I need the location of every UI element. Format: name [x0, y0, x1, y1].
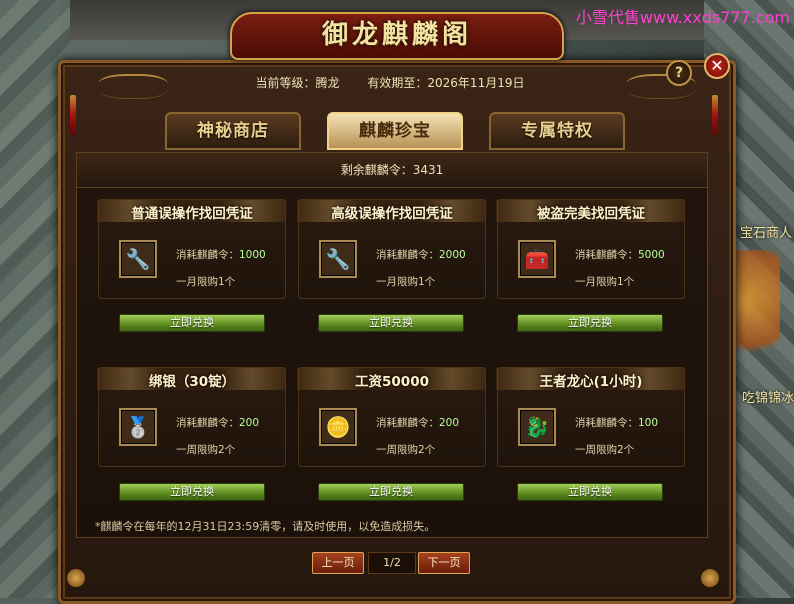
item-title: 普通误操作找回凭证	[131, 206, 253, 222]
treasure-chest-icon[interactable]: 🧰	[518, 240, 556, 278]
item-limit: 一月限购1个	[575, 276, 635, 288]
remaining-tokens-value: 3431	[412, 163, 444, 177]
item-cost: 消耗麒麟令：200	[376, 417, 460, 429]
valid-until: 有效期至：2026年11月19日	[367, 76, 525, 90]
dragon-heart-icon[interactable]: 🐉	[518, 408, 556, 446]
close-button[interactable]: ✕	[704, 53, 730, 79]
item-cost: 消耗麒麟令：200	[176, 417, 260, 429]
gold-ingot-icon[interactable]: 🪙	[319, 408, 357, 446]
treasure-panel: 剩余麒麟令：3431 普通误操作找回凭证 🔧 消耗麒麟令：1000 一月限购1个…	[76, 152, 708, 538]
tab-qilin-treasure[interactable]: 麒麟珍宝	[327, 112, 463, 150]
redeem-button[interactable]: 立即兑换	[517, 314, 663, 332]
item-limit: 一周限购2个	[376, 444, 436, 456]
item-limit: 一月限购1个	[376, 276, 436, 288]
page-indicator: 1/2	[368, 552, 416, 574]
item-limit: 一月限购1个	[176, 276, 236, 288]
item-card: 工资50000 🪙 消耗麒麟令：200 一周限购2个	[297, 367, 486, 467]
item-card: 高级误操作找回凭证 🔧 消耗麒麟令：2000 一月限购1个	[297, 199, 486, 299]
item-card: 王者龙心(1小时) 🐉 消耗麒麟令：100 一周限购2个	[496, 367, 685, 467]
item-title: 高级误操作找回凭证	[331, 206, 453, 222]
redeem-button[interactable]: 立即兑换	[119, 314, 265, 332]
item-limit: 一周限购2个	[575, 444, 635, 456]
next-page-button[interactable]: 下一页	[418, 552, 470, 574]
help-button[interactable]: ?	[666, 60, 692, 86]
prev-page-button[interactable]: 上一页	[312, 552, 364, 574]
item-limit: 一周限购2个	[176, 444, 236, 456]
remaining-tokens: 剩余麒麟令：3431	[77, 153, 707, 188]
corner-ornament-bottom-left	[66, 568, 86, 588]
item-card: 普通误操作找回凭证 🔧 消耗麒麟令：1000 一月限购1个	[97, 199, 286, 299]
item-card: 被盗完美找回凭证 🧰 消耗麒麟令：5000 一月限购1个	[496, 199, 685, 299]
item-cost: 消耗麒麟令：1000	[176, 249, 266, 261]
reset-notice: *麒麟令在每年的12月31日23:59清零，请及时使用，以免造成损失。	[95, 520, 436, 533]
wrench-icon[interactable]: 🔧	[319, 240, 357, 278]
tab-bar: 神秘商店 麒麟珍宝 专属特权	[165, 112, 625, 150]
redeem-button[interactable]: 立即兑换	[119, 483, 265, 501]
item-cost: 消耗麒麟令：2000	[376, 249, 466, 261]
window-title: 御龙麒麟阁	[321, 20, 472, 50]
redeem-button[interactable]: 立即兑换	[517, 483, 663, 501]
item-cost: 消耗麒麟令：100	[575, 417, 659, 429]
item-cost: 消耗麒麟令：5000	[575, 249, 665, 261]
left-tassel	[70, 95, 76, 135]
watermark: 小雪代售www.xxds777.com	[575, 8, 790, 27]
npc-label-partial: 吃锦锦冰	[741, 391, 794, 406]
pagination: 上一页 1/2 下一页	[312, 552, 472, 576]
corner-ornament-bottom-right	[700, 568, 720, 588]
redeem-button[interactable]: 立即兑换	[318, 314, 464, 332]
item-card: 绑银（30锭） 🥈 消耗麒麟令：200 一周限购2个	[97, 367, 286, 467]
wrench-icon[interactable]: 🔧	[119, 240, 157, 278]
npc-label-gem-merchant[interactable]: 宝石商人	[740, 222, 792, 241]
tab-exclusive-privileges[interactable]: 专属特权	[489, 112, 625, 150]
window-title-plate: 御龙麒麟阁	[230, 12, 564, 60]
current-level: 当前等级：腾龙	[255, 76, 340, 90]
item-title: 工资50000	[355, 374, 429, 390]
tab-mystery-shop[interactable]: 神秘商店	[165, 112, 301, 150]
item-title: 王者龙心(1小时)	[539, 374, 643, 390]
redeem-button[interactable]: 立即兑换	[318, 483, 464, 501]
item-title: 被盗完美找回凭证	[537, 206, 645, 222]
membership-info: 当前等级：腾龙 有效期至：2026年11月19日	[90, 74, 690, 98]
item-title: 绑银（30锭）	[148, 374, 236, 390]
silver-ingot-icon[interactable]: 🥈	[119, 408, 157, 446]
right-tassel	[712, 95, 718, 135]
